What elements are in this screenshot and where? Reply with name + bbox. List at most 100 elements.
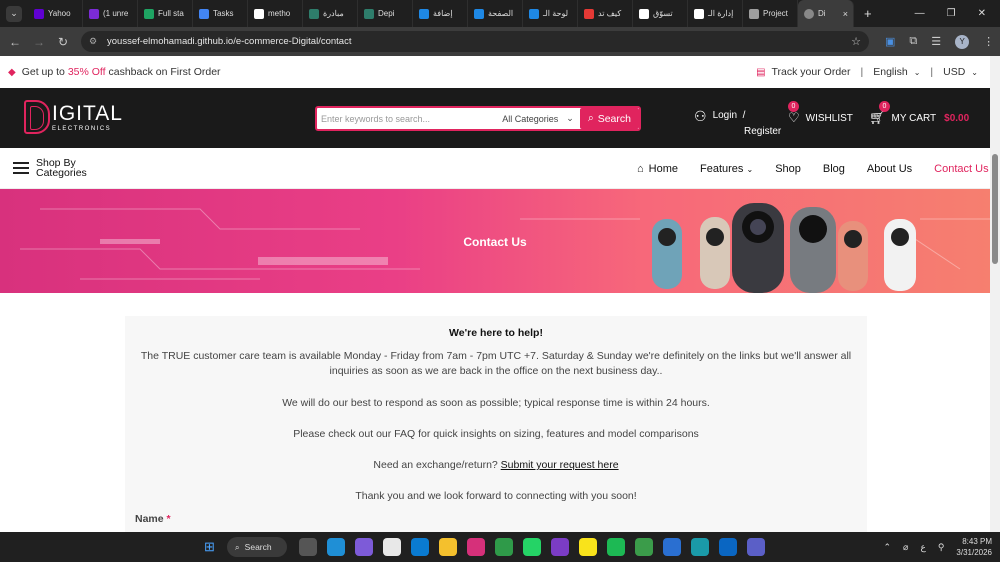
- whatsapp-icon[interactable]: [522, 538, 541, 556]
- page-title: Contact Us: [463, 235, 527, 249]
- hamburger-icon[interactable]: [13, 162, 29, 174]
- spotify-icon[interactable]: [606, 538, 625, 556]
- instagram-icon[interactable]: [466, 538, 485, 556]
- web-page: ◆ Get up to 35% Off cashback on First Or…: [0, 56, 990, 532]
- browser-tab[interactable]: كيف تد: [578, 0, 633, 27]
- translate-icon[interactable]: ▣: [885, 35, 895, 48]
- reading-list-icon[interactable]: ☰: [931, 35, 941, 48]
- site-header: IGITAL ELECTRONICS All Categories ⌄ ⌕ Se…: [0, 88, 990, 148]
- browser-menu-icon[interactable]: ⋮: [983, 35, 994, 48]
- search-button[interactable]: ⌕ Search: [579, 108, 639, 129]
- shop-by-categories-button[interactable]: Shop By Categories: [36, 158, 87, 179]
- back-icon[interactable]: ←: [3, 35, 27, 49]
- photos-icon[interactable]: [662, 538, 681, 556]
- browser-tab-label: Tasks: [213, 9, 234, 18]
- visual-studio-icon[interactable]: [550, 538, 569, 556]
- reload-icon[interactable]: ↻: [51, 35, 75, 49]
- browser-tab[interactable]: إدارة الـ: [688, 0, 743, 27]
- submit-request-link[interactable]: Submit your request here: [501, 459, 619, 471]
- window-controls: — ❐ ✕: [915, 8, 986, 19]
- teams-icon[interactable]: [746, 538, 765, 556]
- browser-tab-label: Full sta: [158, 9, 184, 18]
- tab-search-icon[interactable]: ⌄: [6, 5, 22, 22]
- edge-icon[interactable]: [326, 538, 345, 556]
- browser-tab[interactable]: Yahoo: [28, 0, 83, 27]
- search-input[interactable]: [317, 113, 503, 124]
- response-time-text: We will do our best to respond as soon a…: [282, 397, 710, 409]
- browser-tab[interactable]: لوحة الـ: [523, 0, 578, 27]
- extensions-icon[interactable]: ⧉: [909, 35, 917, 48]
- browser-tab[interactable]: Depi: [358, 0, 413, 27]
- close-tab-icon[interactable]: ×: [843, 9, 848, 19]
- taskbar-search-label: Search: [244, 542, 272, 552]
- currency-select[interactable]: USD: [943, 66, 965, 78]
- browser-tab[interactable]: مبادرة: [303, 0, 358, 27]
- browser-tab[interactable]: الصفحة: [468, 0, 523, 27]
- windows-start-icon[interactable]: ⊞: [204, 539, 215, 555]
- site-info-icon[interactable]: ⚙: [89, 36, 101, 47]
- login-link[interactable]: Login: [713, 110, 737, 125]
- chrome-icon[interactable]: [494, 538, 513, 556]
- profile-avatar[interactable]: Y: [955, 34, 970, 49]
- snapchat-icon[interactable]: [578, 538, 597, 556]
- store-icon[interactable]: [382, 538, 401, 556]
- page-scrollbar[interactable]: [990, 56, 1000, 532]
- browser-tab[interactable]: Project: [743, 0, 798, 27]
- clock[interactable]: 8:43 PM 3/31/2026: [956, 536, 992, 558]
- forward-icon[interactable]: →: [27, 35, 51, 49]
- tab-strip: Yahoo (1 unre Full sta Tasks metho مبادرة Depi…: [28, 0, 798, 27]
- tab-favicon-icon: [584, 8, 594, 19]
- nav-about[interactable]: About Us: [867, 163, 912, 175]
- logo-sub-text: ELECTRONICS: [52, 125, 112, 132]
- wishlist-label: WISHLIST: [805, 112, 853, 124]
- cart-icon: 🛒︎ 0: [869, 101, 890, 126]
- browser-tab-label: Yahoo: [48, 9, 71, 18]
- mic-muted-icon[interactable]: ⌀: [903, 542, 908, 553]
- browser-tab[interactable]: metho: [248, 0, 303, 27]
- new-tab-button[interactable]: +: [864, 6, 872, 21]
- nav-home[interactable]: ⌂ Home: [637, 163, 678, 175]
- nav-blog[interactable]: Blog: [823, 163, 845, 175]
- browser-tab-label: مبادرة: [323, 9, 344, 18]
- network-volume-icon[interactable]: ⚲: [938, 542, 945, 553]
- nav-shop[interactable]: Shop: [775, 163, 801, 175]
- url-text: youssef-elmohamadi.github.io/e-commerce-…: [107, 36, 352, 47]
- browser-tab[interactable]: Full sta: [138, 0, 193, 27]
- input-language[interactable]: ع: [920, 542, 925, 553]
- browser-tab[interactable]: تسوّق: [633, 0, 688, 27]
- chrome-profile-icon[interactable]: [634, 538, 653, 556]
- browser-tab[interactable]: (1 unre: [83, 0, 138, 27]
- close-window-icon[interactable]: ✕: [978, 8, 986, 19]
- active-tab[interactable]: Di ×: [798, 0, 854, 27]
- home-icon: ⌂: [637, 162, 644, 175]
- bookmark-star-icon[interactable]: ☆: [851, 35, 861, 48]
- nav-contact[interactable]: Contact Us: [934, 163, 988, 175]
- nav-features[interactable]: Features ⌄: [700, 163, 753, 175]
- taskbar-search[interactable]: ⌕ Search: [226, 537, 287, 557]
- site-logo[interactable]: IGITAL ELECTRONICS: [24, 100, 123, 134]
- scrollbar-thumb[interactable]: [992, 154, 998, 264]
- vscode-icon[interactable]: [410, 538, 429, 556]
- restore-icon[interactable]: ❐: [947, 8, 956, 19]
- task-view-icon[interactable]: [298, 538, 317, 556]
- browser-tab[interactable]: إضافة: [413, 0, 468, 27]
- tray-overflow-icon[interactable]: ⌃: [883, 542, 891, 553]
- browser-app-icon[interactable]: [690, 538, 709, 556]
- copilot-icon[interactable]: [354, 538, 373, 556]
- tab-favicon-icon: [34, 8, 44, 19]
- register-link[interactable]: Register: [744, 126, 781, 137]
- file-explorer-icon[interactable]: [438, 538, 457, 556]
- track-order-link[interactable]: Track your Order: [772, 66, 851, 78]
- system-tray: ⌃ ⌀ ع ⚲ 8:43 PM 3/31/2026: [883, 536, 992, 558]
- cart-link[interactable]: 🛒︎ 0 MY CART $0.00: [869, 101, 969, 126]
- category-select[interactable]: All Categories ⌄: [502, 113, 580, 124]
- linkedin-icon[interactable]: [718, 538, 737, 556]
- minimize-icon[interactable]: —: [915, 8, 925, 19]
- wishlist-link[interactable]: ♡ 0 WISHLIST: [788, 101, 853, 126]
- promo-suffix: cashback on First Order: [108, 66, 221, 78]
- url-field[interactable]: ⚙ youssef-elmohamadi.github.io/e-commerc…: [81, 31, 869, 52]
- browser-tab[interactable]: Tasks: [193, 0, 248, 27]
- language-select[interactable]: English: [873, 66, 907, 78]
- tab-favicon-icon: [199, 8, 209, 19]
- clock-date: 3/31/2026: [956, 548, 992, 557]
